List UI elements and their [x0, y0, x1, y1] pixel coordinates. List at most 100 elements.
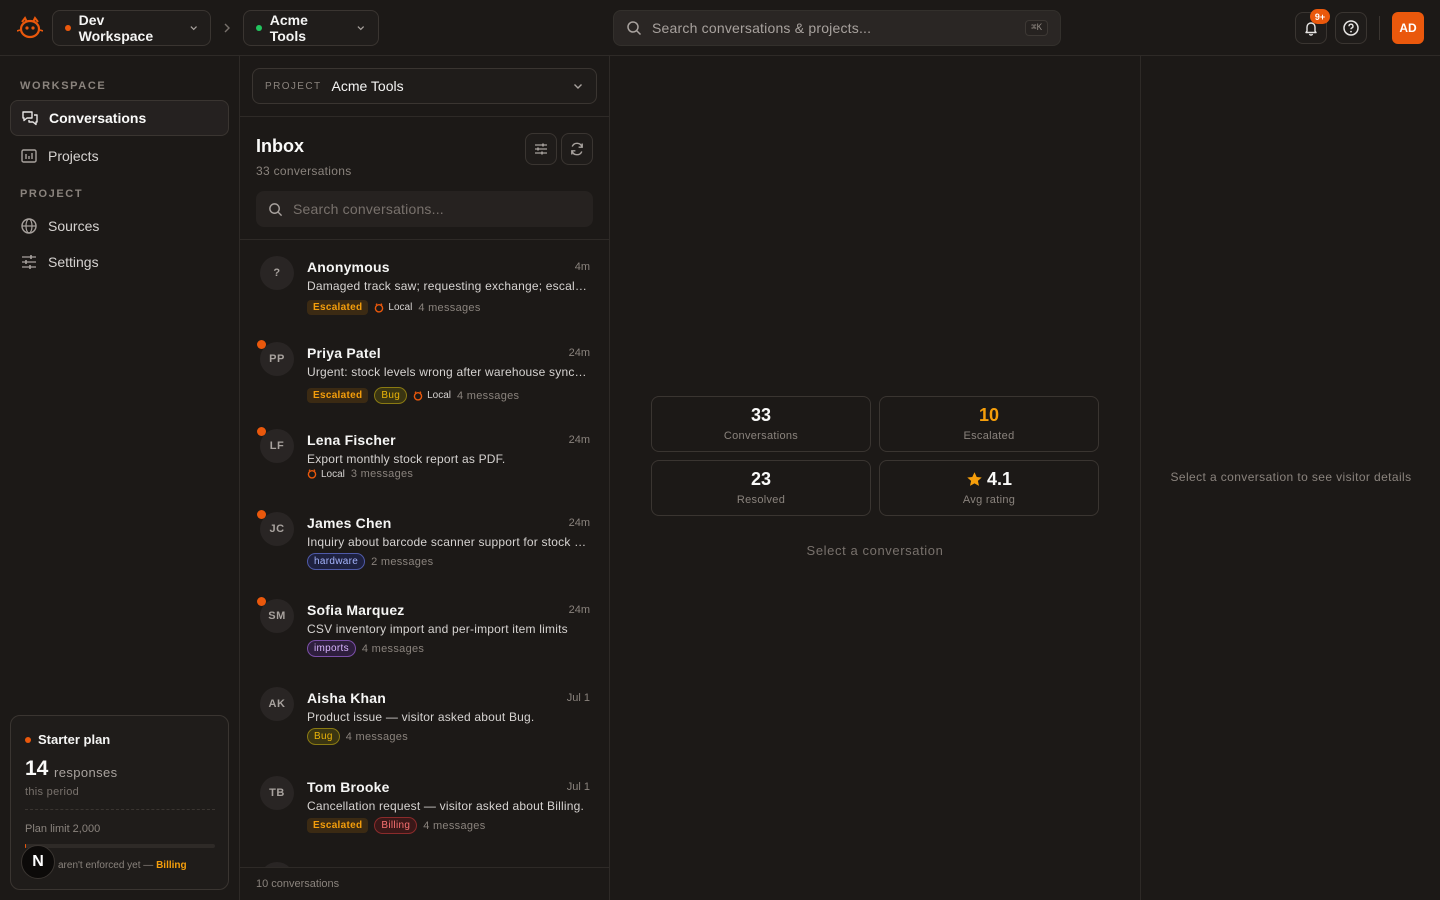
- message-count: 4 messages: [418, 301, 481, 314]
- sidebar-item-label: Settings: [48, 254, 99, 270]
- stat-label: Avg rating: [962, 494, 1016, 506]
- global-search-placeholder: Search conversations & projects...: [652, 20, 872, 36]
- conversation-preview: Product issue — visitor asked about Bug.: [307, 710, 535, 724]
- tag-badge[interactable]: Bug: [374, 387, 408, 404]
- project-switcher[interactable]: Acme Tools: [243, 10, 379, 46]
- unread-dot: [257, 597, 266, 606]
- stat-card-conversations: 33 Conversations: [651, 396, 871, 452]
- visitor-name: James Chen: [307, 515, 392, 531]
- plan-usage-fill: [25, 844, 27, 848]
- plan-name: Starter plan: [38, 732, 111, 747]
- project-select-label: PROJECT: [265, 80, 322, 92]
- plan-note-text: aren't enforced yet —: [58, 860, 154, 871]
- conversation-meta: imports 4 messages: [307, 640, 424, 657]
- conversation-row[interactable]: AK Aisha Khan Jul 1 Product issue — visitor…: [240, 671, 610, 757]
- project-select[interactable]: PROJECT Acme Tools: [252, 68, 597, 104]
- conversation-row[interactable]: SM Sofia Marquez 24m CSV inventory import a…: [240, 583, 610, 669]
- conversation-time: 24m: [568, 347, 590, 359]
- billing-link[interactable]: Billing: [156, 860, 187, 871]
- refresh-button[interactable]: [561, 133, 593, 165]
- source-name: Local: [388, 302, 413, 313]
- stat-label: Conversations: [723, 430, 799, 442]
- workspace-status-dot: [65, 25, 71, 31]
- plan-note: aren't enforced yet — Billing: [58, 860, 187, 871]
- plan-divider: [25, 809, 215, 810]
- search-icon: [627, 21, 642, 36]
- sidebar-section-project: PROJECT: [20, 188, 84, 200]
- source-label: Local: [374, 302, 412, 313]
- search-icon: [269, 202, 283, 216]
- stat-label: Resolved: [736, 494, 786, 506]
- source-name: Local: [427, 390, 452, 401]
- conversation-preview: Export monthly stock report as PDF.: [307, 452, 506, 466]
- conversation-row[interactable]: [240, 846, 610, 867]
- conversation-meta: Escalated Local 4 messages: [307, 300, 481, 315]
- user-avatar[interactable]: AD: [1392, 12, 1424, 44]
- globe-icon: [21, 218, 37, 234]
- plan-status-dot: [25, 736, 31, 743]
- conversation-preview: Cancellation request — visitor asked abo…: [307, 799, 585, 813]
- user-menu-avatar[interactable]: N: [21, 845, 55, 879]
- workspace-switcher[interactable]: Dev Workspace: [52, 10, 211, 46]
- divider: [240, 116, 610, 117]
- message-count: 4 messages: [423, 819, 486, 832]
- projects-icon: [21, 149, 37, 163]
- conversation-meta: Local 3 messages: [307, 468, 413, 480]
- conversation-row[interactable]: JC James Chen 24m Inquiry about barcode sca…: [240, 496, 610, 582]
- plan-title: Starter plan: [25, 732, 110, 747]
- plan-period: this period: [25, 786, 80, 798]
- top-bar: Dev Workspace Acme Tools Search conversa…: [0, 0, 1440, 56]
- help-button[interactable]: [1335, 12, 1367, 44]
- inbox-search-input[interactable]: Search conversations...: [256, 191, 593, 227]
- unread-dot: [257, 427, 266, 436]
- message-count: 4 messages: [345, 730, 409, 743]
- sidebar-item-conversations[interactable]: Conversations: [10, 100, 229, 136]
- conversation-preview: Urgent: stock levels wrong after warehou…: [307, 365, 590, 379]
- visitor-name: Priya Patel: [307, 345, 381, 361]
- project-status-dot: [256, 25, 262, 31]
- source-logo-icon: [375, 302, 384, 313]
- stat-card-resolved: 23 Resolved: [651, 460, 871, 516]
- unread-dot: [257, 340, 266, 349]
- escalated-badge: Escalated: [307, 818, 369, 833]
- sidebar-item-label: Projects: [48, 148, 99, 164]
- search-shortcut: ⌘K: [1025, 20, 1048, 36]
- notification-badge: 9+: [1310, 9, 1330, 24]
- conversation-time: 24m: [568, 517, 590, 529]
- sidebar-item-sources[interactable]: Sources: [10, 208, 229, 244]
- project-select-value: Acme Tools: [331, 78, 404, 94]
- conversation-preview: Damaged track saw; requesting exchange; …: [307, 279, 590, 293]
- stat-value: 4.1: [986, 469, 1013, 489]
- app-logo-icon[interactable]: [17, 16, 43, 40]
- conversation-row[interactable]: PP Priya Patel 24m Urgent: stock levels wro…: [240, 326, 610, 412]
- sidebar-item-settings[interactable]: Settings: [10, 244, 229, 280]
- sidebar-item-projects[interactable]: Projects: [10, 138, 229, 174]
- sliders-icon: [22, 255, 36, 269]
- global-search-input[interactable]: Search conversations & projects... ⌘K: [613, 10, 1061, 46]
- escalated-badge: Escalated: [307, 300, 369, 315]
- help-circle-icon: [1343, 20, 1359, 36]
- source-name: Local: [321, 468, 345, 480]
- conversation-row[interactable]: TB Tom Brooke Jul 1 Cancellation request — …: [240, 760, 610, 846]
- stat-value: 10: [978, 405, 1000, 425]
- chat-icon: [22, 111, 38, 126]
- chevron-down-icon: [357, 26, 365, 31]
- conversation-meta: Escalated Bug Local 4 messages: [307, 387, 519, 404]
- tag-badge[interactable]: imports: [307, 640, 356, 657]
- sidebar-item-label: Sources: [48, 218, 100, 234]
- tag-badge[interactable]: Bug: [307, 728, 340, 745]
- visitor-name: Lena Fischer: [307, 432, 396, 448]
- tag-badge[interactable]: hardware: [307, 553, 366, 570]
- stat-rating-row: 4.1: [880, 469, 1098, 490]
- message-count: 3 messages: [350, 468, 414, 480]
- chevron-right-icon: [224, 23, 230, 33]
- inbox-count: 33 conversations: [256, 164, 352, 178]
- conversation-row[interactable]: ? Anonymous 4m Damaged track saw; requestin…: [240, 240, 610, 326]
- filter-button[interactable]: [525, 133, 557, 165]
- conversation-preview: CSV inventory import and per-import item…: [307, 622, 568, 636]
- tag-badge[interactable]: Billing: [374, 817, 418, 834]
- conversation-row[interactable]: LF Lena Fischer 24m Export monthly stock re…: [240, 413, 610, 499]
- visitor-avatar: TB: [260, 776, 294, 810]
- conversation-list: ? Anonymous 4m Damaged track saw; requestin…: [240, 240, 610, 867]
- inbox-panel: PROJECT Acme Tools Inbox 33 conversation…: [240, 56, 610, 900]
